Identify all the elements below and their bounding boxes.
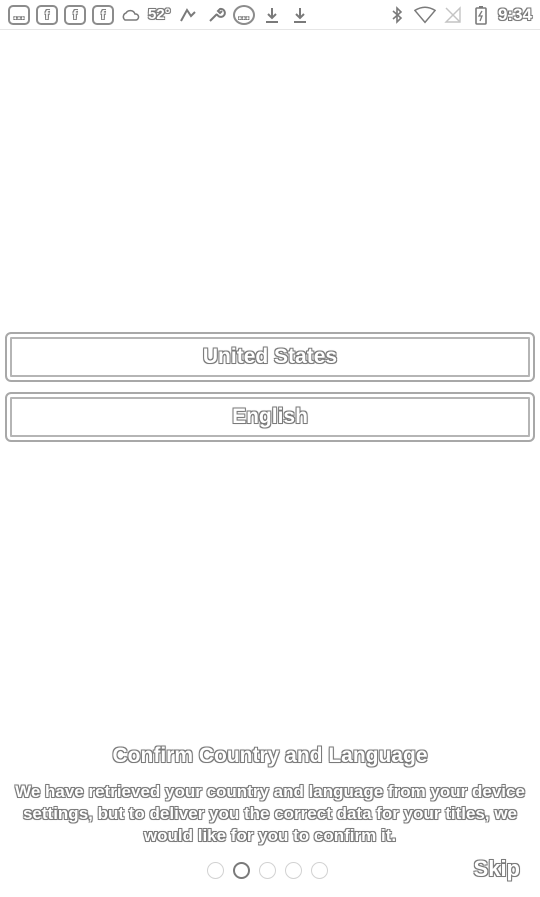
- skip-button[interactable]: Skip: [474, 856, 520, 882]
- status-bar: … f f f 52° … 9:34: [0, 0, 540, 30]
- voicemail-icon: …: [232, 4, 255, 25]
- page-dot-active: [233, 862, 250, 879]
- activity-icon: [177, 5, 199, 25]
- language-selector[interactable]: English: [5, 392, 535, 442]
- temperature-text: 52°: [148, 6, 171, 23]
- description-text: We have retrieved your country and langu…: [15, 782, 525, 845]
- page-indicator: [207, 862, 328, 879]
- chat-icon: …: [8, 4, 30, 25]
- page-dot: [259, 862, 276, 879]
- page-dot: [207, 862, 224, 879]
- facebook-icon: f: [36, 4, 58, 25]
- page-title: Confirm Country and Language: [112, 744, 428, 767]
- page-dot: [285, 862, 302, 879]
- battery-icon: [470, 5, 492, 25]
- weather-icon: [120, 5, 142, 25]
- wrench-icon: [205, 5, 227, 25]
- no-signal-icon: [442, 5, 464, 25]
- download-icon: [261, 5, 283, 25]
- clock: 9:34: [497, 4, 532, 24]
- facebook-icon: f: [92, 4, 114, 25]
- facebook-icon: f: [64, 4, 86, 25]
- country-selector[interactable]: United States: [5, 332, 535, 382]
- download-icon: [289, 5, 311, 25]
- page-dot: [311, 862, 328, 879]
- status-bar-notifications: … f f f 52° …: [8, 4, 311, 25]
- status-bar-system: 9:34: [386, 5, 532, 25]
- wifi-icon: [413, 5, 436, 25]
- bluetooth-icon: [386, 5, 408, 25]
